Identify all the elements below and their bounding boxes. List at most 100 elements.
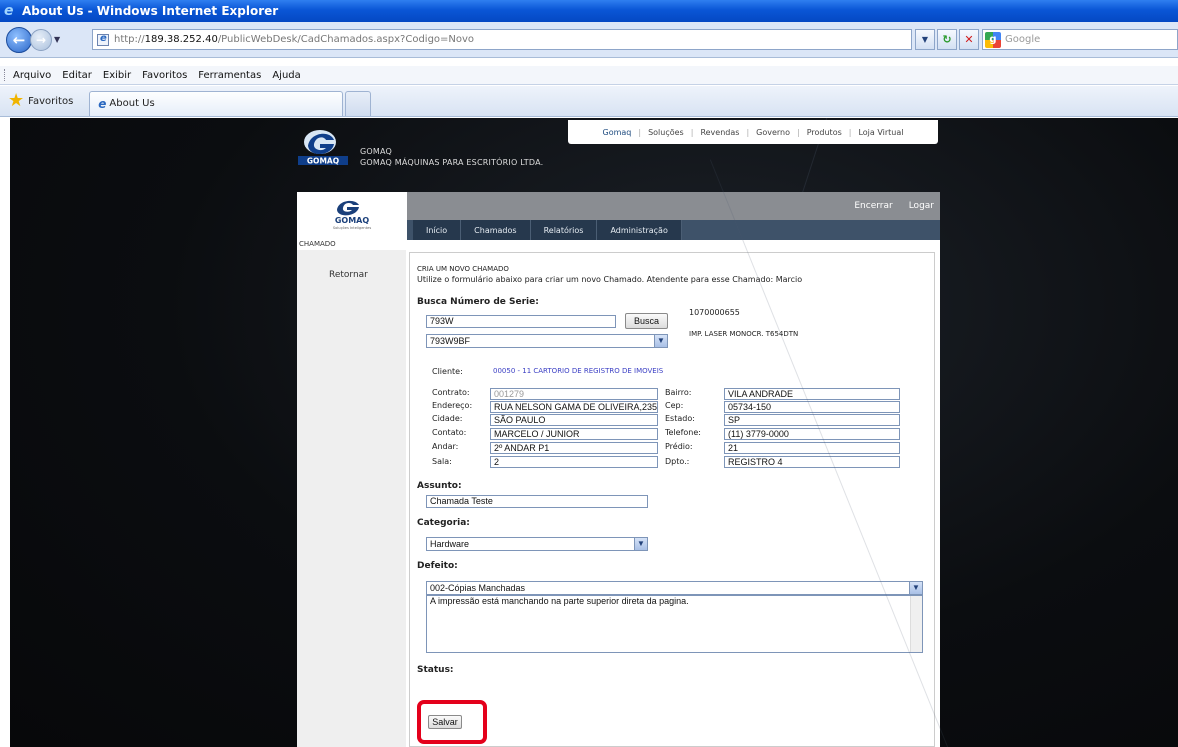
menu-editar[interactable]: Editar [62,70,92,81]
busca-button[interactable]: Busca [625,313,668,329]
client-label: Cliente: [432,367,463,376]
svg-text:GOMAQ: GOMAQ [307,157,339,166]
sala-label: Sala: [432,457,452,466]
menu-ajuda[interactable]: Ajuda [272,70,300,81]
textarea-scrollbar[interactable] [910,596,922,652]
categoria-label: Categoria: [417,518,470,528]
window-title: About Us - Windows Internet Explorer [22,4,279,18]
status-label: Status: [417,665,454,675]
favorites-bar: ★ Favoritos e About Us [0,86,1178,117]
url-host: 189.38.252.40 [144,34,218,45]
toolbar-grip [4,69,7,81]
site-nav-solucoes[interactable]: Soluções [648,128,684,137]
site-nav-loja-virtual[interactable]: Loja Virtual [858,128,903,137]
estado-field[interactable]: SP [724,414,900,426]
bairro-label: Bairro: [665,388,692,397]
site-nav-produtos[interactable]: Produtos [807,128,842,137]
cep-field[interactable]: 05734-150 [724,401,900,413]
encerrar-link[interactable]: Encerrar [854,201,892,211]
telefone-field[interactable]: (11) 3779-0000 [724,428,900,440]
defeito-select[interactable]: 002-Cópias Manchadas ▼ [426,581,923,595]
history-dropdown-icon[interactable]: ▼ [54,35,68,44]
menu-arquivo[interactable]: Arquivo [13,70,51,81]
serial-input[interactable]: 793W [426,315,616,328]
logar-link[interactable]: Logar [909,201,934,211]
search-input[interactable]: g Google [982,29,1178,50]
tab-title: About Us [109,98,155,109]
forward-arrow-icon[interactable]: → [30,28,52,51]
client-link[interactable]: 00050 - 11 CARTORIO DE REGISTRO DE IMOVE… [493,367,663,375]
sidebar: Retornar [297,250,406,747]
back-arrow-icon[interactable]: ← [6,26,32,53]
url-path: /PublicWebDesk/CadChamados.aspx?Codigo=N… [217,34,475,45]
highlight-box [417,700,487,744]
categoria-select-value: Hardware [430,539,470,549]
andar-field[interactable]: 2º ANDAR P1 [490,442,658,454]
stop-icon[interactable]: ✕ [959,29,979,50]
address-input[interactable]: http://189.38.252.40/PublicWebDesk/CadCh… [92,29,912,50]
helpdesk-app: GOMAQ Soluções Inteligentes Encerrar Log… [297,192,940,747]
gomaq-site-logo: GOMAQ [298,130,348,166]
predio-field[interactable]: 21 [724,442,900,454]
tab-chamados[interactable]: Chamados [461,220,531,240]
assunto-input[interactable]: Chamada Teste [426,495,648,508]
cidade-field[interactable]: SÃO PAULO [490,414,658,426]
serial-select[interactable]: 793W9BF ▼ [426,334,668,348]
chevron-down-icon: ▼ [634,538,647,550]
form-heading: CRIA UM NOVO CHAMADO [417,265,509,273]
tab-ie-icon: e [98,96,107,111]
new-tab-button[interactable] [345,90,372,116]
page-viewport: GOMAQ GOMAQ GOMAQ MÁQUINAS PARA ESCRITÓR… [10,118,1178,747]
telefone-label: Telefone: [665,428,701,437]
endereco-field[interactable]: RUA NELSON GAMA DE OLIVEIRA,235 [490,401,658,413]
favorites-star-icon[interactable]: ★ [8,92,24,110]
app-logo: GOMAQ Soluções Inteligentes [297,192,407,236]
site-company-name: GOMAQ GOMAQ MÁQUINAS PARA ESCRITÓRIO LTD… [360,146,543,168]
contrato-label: Contrato: [432,388,470,397]
menu-ferramentas[interactable]: Ferramentas [198,70,261,81]
favorites-button[interactable]: Favoritos [28,96,73,107]
tab-administracao[interactable]: Administração [597,220,682,240]
menu-bar: Arquivo Editar Exibir Favoritos Ferramen… [0,66,1178,85]
estado-label: Estado: [665,414,695,423]
defeito-textarea[interactable]: A impressão está manchando na parte supe… [426,595,923,653]
chevron-down-icon: ▼ [909,582,922,594]
section-label: CHAMADO [299,240,336,248]
retornar-link[interactable]: Retornar [329,270,368,280]
site-nav-governo[interactable]: Governo [756,128,790,137]
defeito-label: Defeito: [417,561,458,571]
site-name-line2: GOMAQ MÁQUINAS PARA ESCRITÓRIO LTDA. [360,158,544,167]
refresh-icon[interactable]: ↻ [937,29,957,50]
bairro-field[interactable]: VILA ANDRADE [724,388,900,400]
categoria-select[interactable]: Hardware ▼ [426,537,648,551]
contrato-field: 001279 [490,388,658,400]
browser-tab-about-us[interactable]: e About Us [89,90,344,116]
sala-field[interactable]: 2 [490,456,658,468]
app-logo-text: GOMAQ [335,216,370,225]
serial-result: 1070000655 [689,308,740,317]
chevron-down-icon: ▼ [654,335,667,347]
gomaq-app-logo: GOMAQ Soluções Inteligentes [333,200,372,230]
dpto-label: Dpto.: [665,457,690,466]
form-intro: Utilize o formulário abaixo para criar u… [417,275,803,284]
page-icon [97,33,109,46]
ie-logo-icon: e [4,3,14,19]
product-description: IMP. LASER MONOCR. T654DTN [689,330,799,338]
url-prefix: http:// [114,34,145,45]
predio-label: Prédio: [665,442,693,451]
serial-select-value: 793W9BF [430,336,471,346]
menu-exibir[interactable]: Exibir [103,70,131,81]
contato-field[interactable]: MARCELO / JUNIOR [490,428,658,440]
address-toolbar: ← → ▼ http://189.38.252.40/PublicWebDesk… [0,22,1178,58]
menu-favoritos[interactable]: Favoritos [142,70,187,81]
ticket-form: CRIA UM NOVO CHAMADO Utilize o formulári… [409,252,935,747]
app-logo-tagline: Soluções Inteligentes [333,226,372,230]
dpto-field[interactable]: REGISTRO 4 [724,456,900,468]
address-dropdown-icon[interactable]: ▼ [915,29,935,50]
site-nav-revendas[interactable]: Revendas [700,128,739,137]
site-nav-gomaq[interactable]: Gomaq [603,128,632,137]
andar-label: Andar: [432,442,459,451]
google-icon: g [985,31,1001,48]
tab-relatorios[interactable]: Relatórios [530,220,598,240]
tab-inicio[interactable]: Início [413,220,462,240]
